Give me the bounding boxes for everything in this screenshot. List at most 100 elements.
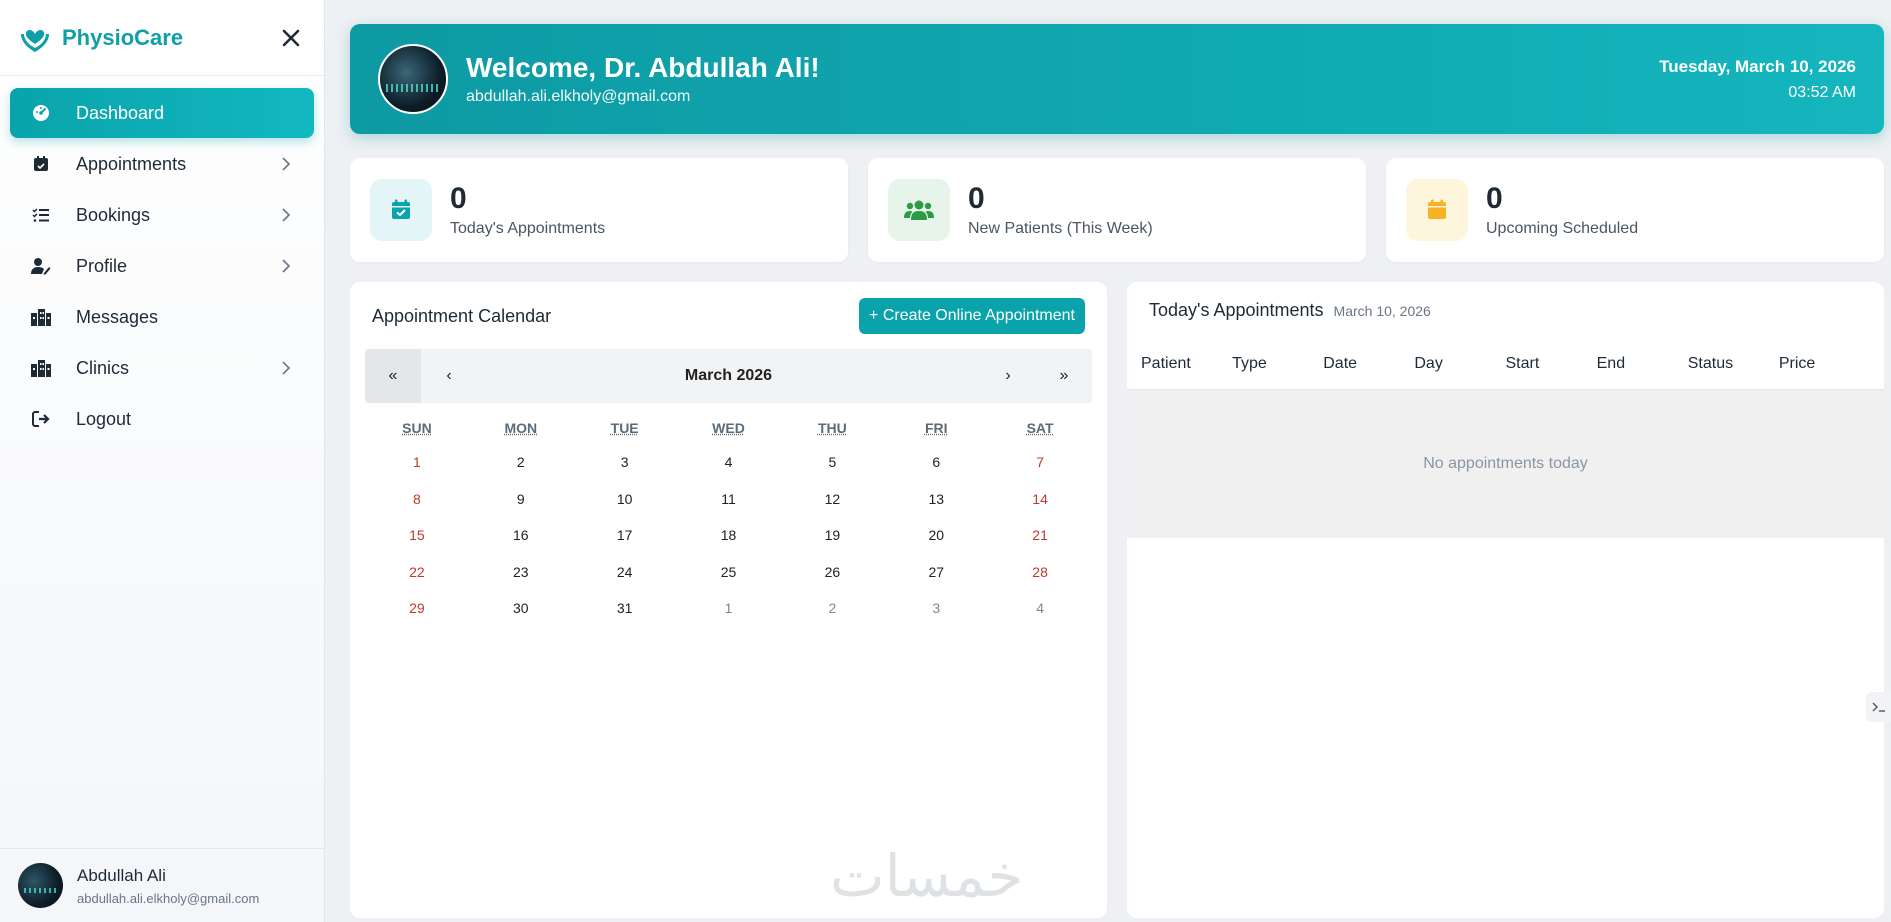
calendar-week: 1 2 3 4 5 6 7 — [365, 444, 1092, 481]
sidebar-item-messages[interactable]: Messages — [10, 292, 314, 342]
calendar-day[interactable]: 14 — [988, 491, 1092, 507]
calendar-day[interactable]: 25 — [677, 564, 781, 580]
calendar-day[interactable]: 15 — [365, 527, 469, 543]
weekday-label: WED — [712, 420, 745, 436]
calendar-day[interactable]: 11 — [677, 491, 781, 507]
todays-appointments-card: Today's Appointments March 10, 2026 Pati… — [1127, 282, 1884, 918]
column-header[interactable]: Patient — [1141, 355, 1232, 373]
table-header-row: Patient Type Date Day Start End Status P… — [1127, 338, 1884, 390]
appointments-date: March 10, 2026 — [1333, 303, 1431, 319]
column-header[interactable]: Day — [1414, 355, 1505, 373]
sidebar-item-label: Logout — [76, 408, 132, 429]
calendar-day[interactable]: 1 — [365, 454, 469, 470]
calendar-day[interactable]: 5 — [780, 454, 884, 470]
calendar-day[interactable]: 27 — [884, 564, 988, 580]
column-header[interactable]: Date — [1323, 355, 1414, 373]
calendar-day[interactable]: 3 — [573, 454, 677, 470]
calendar-day[interactable]: 30 — [469, 600, 573, 616]
calendar-day[interactable]: 7 — [988, 454, 1092, 470]
chevron-right-icon — [278, 258, 294, 274]
weekday-label: MON — [504, 420, 538, 436]
calendar-day[interactable]: 18 — [677, 527, 781, 543]
brand-header: PhysioCare — [0, 0, 324, 76]
calendar-day[interactable]: 19 — [780, 527, 884, 543]
column-header[interactable]: Status — [1688, 355, 1779, 373]
calendar-day-other-month[interactable]: 2 — [780, 600, 884, 616]
sidebar-item-bookings[interactable]: Bookings — [10, 190, 314, 240]
building-icon — [30, 306, 52, 328]
stat-card-upcoming-scheduled: 0 Upcoming Scheduled — [1386, 158, 1884, 262]
chevron-right-icon — [278, 207, 294, 223]
stat-card-todays-appointments: 0 Today's Appointments — [350, 158, 848, 262]
terminal-icon — [1872, 702, 1885, 712]
current-time: 03:52 AM — [1788, 83, 1856, 101]
stat-value: 0 — [968, 182, 985, 215]
building-icon — [30, 357, 52, 379]
heart-hands-logo-icon — [18, 21, 52, 55]
column-header[interactable]: Type — [1232, 355, 1323, 373]
calendar-title: Appointment Calendar — [372, 306, 552, 326]
calendar-day[interactable]: 24 — [573, 564, 677, 580]
watermark: خمسات — [830, 842, 1024, 910]
calendar-day-other-month[interactable]: 4 — [988, 600, 1092, 616]
column-header[interactable]: Start — [1506, 355, 1597, 373]
calendar-day[interactable]: 10 — [573, 491, 677, 507]
prev-month-button[interactable]: ‹ — [421, 349, 477, 403]
sidebar-item-appointments[interactable]: Appointments — [10, 139, 314, 189]
current-date: Tuesday, March 10, 2026 — [1659, 56, 1856, 76]
calendar-check-icon — [370, 179, 432, 241]
sidebar-item-profile[interactable]: Profile — [10, 241, 314, 291]
sidebar-item-label: Clinics — [76, 357, 130, 378]
sidebar-nav: Dashboard Appointments Bookings Profile — [0, 76, 324, 457]
logout-icon — [30, 408, 52, 430]
calendar-week: 22 23 24 25 26 27 28 — [365, 554, 1092, 591]
calendar-day[interactable]: 21 — [988, 527, 1092, 543]
side-panel-toggle[interactable] — [1866, 692, 1891, 722]
sidebar-user-profile[interactable]: Abdullah Ali abdullah.ali.elkholy@gmail.… — [0, 848, 325, 922]
calendar-day[interactable]: 20 — [884, 527, 988, 543]
list-check-icon — [30, 204, 52, 226]
create-online-appointment-button[interactable]: + Create Online Appointment — [859, 298, 1085, 334]
appointments-title: Today's Appointments — [1149, 300, 1324, 320]
sidebar-item-logout[interactable]: Logout — [10, 394, 314, 444]
empty-state: No appointments today — [1127, 390, 1884, 538]
calendar-day[interactable]: 2 — [469, 454, 573, 470]
welcome-banner: Welcome, Dr. Abdullah Ali! abdullah.ali.… — [350, 24, 1884, 134]
calendar-day[interactable]: 23 — [469, 564, 573, 580]
calendar-day[interactable]: 4 — [677, 454, 781, 470]
calendar-day[interactable]: 12 — [780, 491, 884, 507]
stat-value: 0 — [1486, 182, 1503, 215]
calendar-day[interactable]: 29 — [365, 600, 469, 616]
calendar-month-label[interactable]: March 2026 — [477, 367, 980, 385]
sidebar-item-label: Bookings — [76, 204, 151, 225]
calendar-day[interactable]: 17 — [573, 527, 677, 543]
calendar-day[interactable]: 28 — [988, 564, 1092, 580]
calendar-day[interactable]: 8 — [365, 491, 469, 507]
calendar-day[interactable]: 22 — [365, 564, 469, 580]
avatar — [18, 863, 63, 908]
calendar-day[interactable]: 9 — [469, 491, 573, 507]
calendar-day[interactable]: 13 — [884, 491, 988, 507]
prev-year-button[interactable]: « — [365, 349, 421, 403]
next-month-button[interactable]: › — [980, 349, 1036, 403]
stat-label: Today's Appointments — [450, 220, 606, 237]
calendar-day[interactable]: 31 — [573, 600, 677, 616]
column-header[interactable]: End — [1597, 355, 1688, 373]
sidebar-item-dashboard[interactable]: Dashboard — [10, 88, 314, 138]
calendar-day-other-month[interactable]: 3 — [884, 600, 988, 616]
calendar-day[interactable]: 16 — [469, 527, 573, 543]
next-year-button[interactable]: » — [1036, 349, 1092, 403]
header-email: abdullah.ali.elkholy@gmail.com — [466, 88, 691, 105]
close-sidebar-button[interactable] — [276, 23, 306, 53]
sidebar-item-label: Dashboard — [76, 102, 165, 123]
calendar-navigation: « ‹ March 2026 › » — [365, 349, 1092, 403]
column-header[interactable]: Price — [1779, 355, 1870, 373]
sidebar-item-clinics[interactable]: Clinics — [10, 343, 314, 393]
calendar-week: 8 9 10 11 12 13 14 — [365, 481, 1092, 518]
stat-label: Upcoming Scheduled — [1486, 220, 1639, 237]
calendar-day[interactable]: 6 — [884, 454, 988, 470]
calendar-day[interactable]: 26 — [780, 564, 884, 580]
weekday-label: SAT — [1026, 420, 1054, 436]
calendar-day-other-month[interactable]: 1 — [677, 600, 781, 616]
weekday-header-row: SUN MON TUE WED THU FRI SAT — [365, 412, 1092, 444]
